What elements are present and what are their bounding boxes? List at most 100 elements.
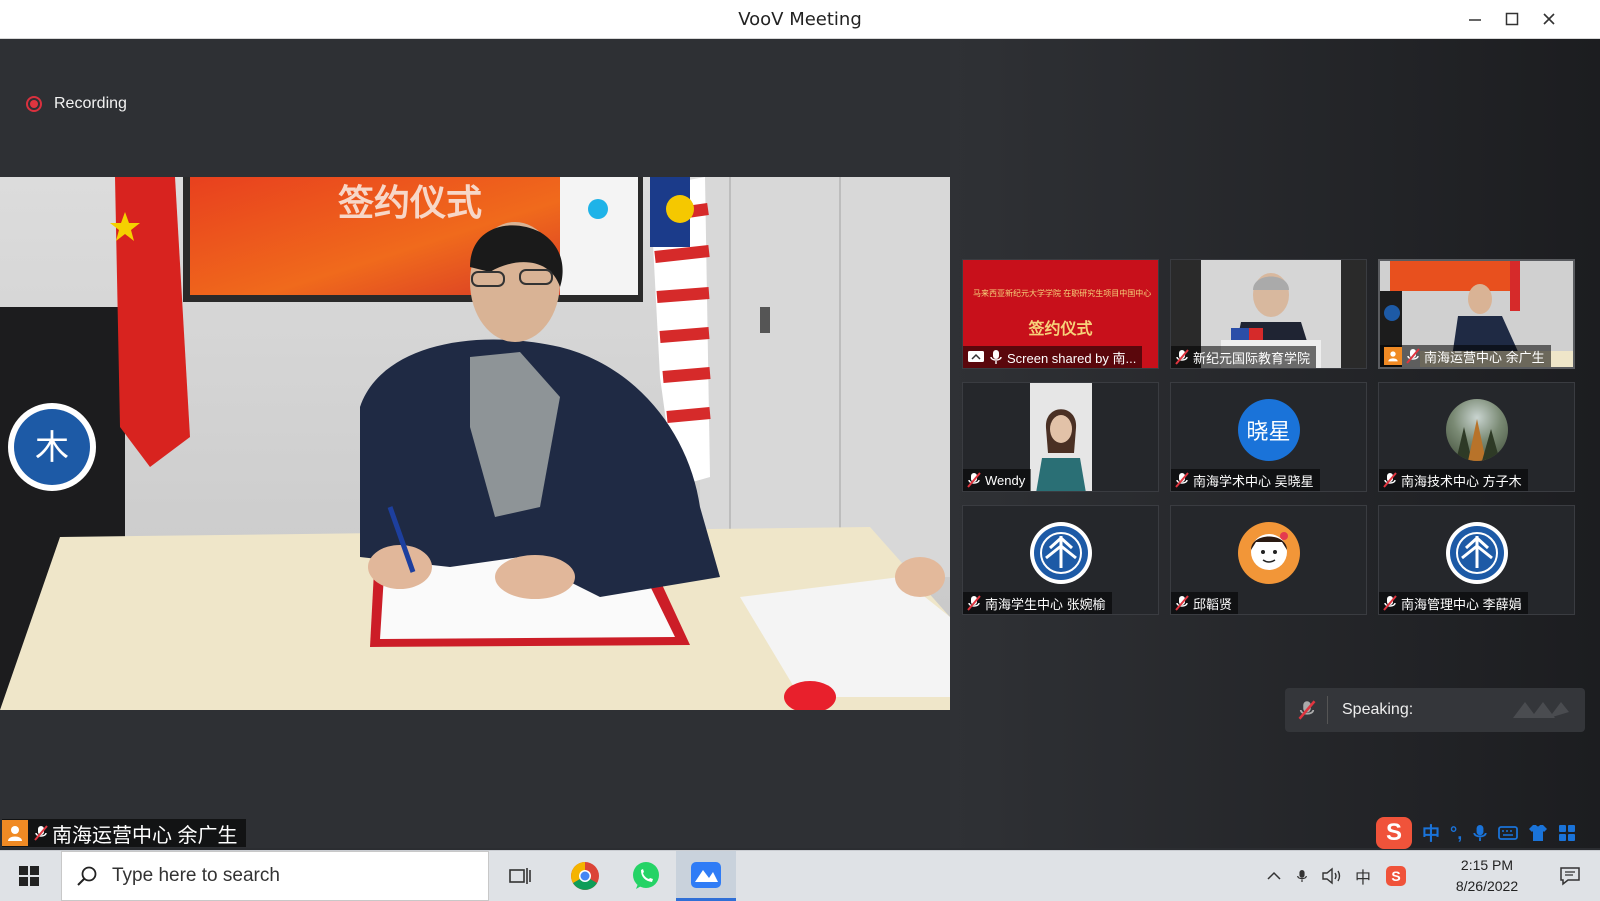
mic-muted-icon <box>1383 595 1397 611</box>
participant-label: Wendy <box>963 469 1032 491</box>
voov-meeting-button[interactable] <box>676 851 736 901</box>
participant-name: 南海运营中心 余广生 <box>1424 349 1545 365</box>
shared-screen-title: 签约仪式 <box>1028 321 1093 338</box>
start-button[interactable] <box>0 851 58 901</box>
maximize-button[interactable] <box>1497 6 1527 32</box>
participant-name: Wendy <box>985 472 1026 488</box>
participant-tile[interactable]: 南海学生中心 张婉榆 <box>962 505 1159 615</box>
window-title: VooV Meeting <box>738 9 862 30</box>
action-center-button[interactable] <box>1550 851 1590 901</box>
participant-label: 南海学术中心 吴晓星 <box>1171 469 1320 491</box>
school-logo-icon <box>1033 526 1088 580</box>
participant-name: Screen shared by 南... <box>1007 350 1137 366</box>
mic-muted-icon <box>967 595 981 611</box>
ime-mode[interactable]: 中 <box>1422 820 1440 846</box>
windows-icon <box>19 866 39 886</box>
task-view-icon <box>509 868 531 884</box>
school-logo-icon <box>1449 526 1504 580</box>
participant-label: 南海学生中心 张婉榆 <box>963 592 1112 614</box>
mic-muted-icon <box>1175 349 1189 365</box>
taskbar-search-box[interactable]: Type here to search <box>61 851 489 901</box>
participant-label: 南海技术中心 方子木 <box>1379 469 1528 491</box>
sogou-tray-icon: S <box>1386 866 1406 886</box>
title-bar: VooV Meeting <box>0 0 1600 39</box>
participant-tile[interactable]: 邱韜贤 <box>1170 505 1367 615</box>
chrome-icon <box>571 862 599 890</box>
microphone-icon <box>1297 870 1307 882</box>
voice-input-icon[interactable] <box>1472 823 1488 843</box>
participant-name: 南海管理中心 李薛娟 <box>1401 596 1522 612</box>
participant-tile[interactable]: 晓星 南海学术中心 吴晓星 <box>1170 382 1367 492</box>
voov-watermark-icon <box>1513 702 1569 718</box>
main-video[interactable]: 木 签约仪式 <box>0 177 950 710</box>
participant-name: 南海学生中心 张婉榆 <box>985 596 1106 612</box>
forest-avatar-image <box>1455 419 1500 461</box>
cartoon-avatar-image <box>1250 532 1288 570</box>
record-icon <box>26 96 42 112</box>
mic-muted-icon <box>1406 348 1420 364</box>
participant-name: 新纪元国际教育学院 <box>1193 350 1311 366</box>
whatsapp-icon <box>633 862 659 889</box>
active-speaker-name: 南海运营中心 余广生 <box>52 824 238 847</box>
recording-indicator: Recording <box>26 95 127 113</box>
shared-screen-line: 马来西亚新纪元大学学院 在职研究生项目中国中心 <box>973 289 1152 298</box>
voov-meeting-icon <box>691 861 721 888</box>
minimize-icon <box>1469 19 1481 21</box>
mic-muted-icon <box>34 825 48 841</box>
skin-icon[interactable] <box>1528 824 1548 842</box>
svg-text:木: 木 <box>35 428 69 468</box>
screen-share-icon <box>968 351 984 362</box>
microphone-tray-button[interactable] <box>1290 851 1314 901</box>
screen-title-text: 签约仪式 <box>338 183 482 224</box>
speaking-indicator: Speaking: <box>1285 688 1585 732</box>
avatar <box>1237 522 1300 584</box>
maximize-icon <box>1505 12 1519 26</box>
participant-tile-active[interactable]: 南海运营中心 余广生 <box>1378 259 1575 369</box>
person-icon <box>1384 347 1402 365</box>
participant-tile-screen-share[interactable]: 马来西亚新纪元大学学院 在职研究生项目中国中心 签约仪式 Screen shar… <box>962 259 1159 369</box>
task-view-button[interactable] <box>490 851 550 901</box>
active-speaker-tag: 南海运营中心 余广生 <box>2 819 246 847</box>
taskbar-clock[interactable]: 2:15 PM 8/26/2022 <box>1432 855 1542 897</box>
recording-label: Recording <box>54 95 127 112</box>
avatar <box>1029 522 1092 584</box>
keyboard-icon[interactable] <box>1498 825 1519 841</box>
minimize-button[interactable] <box>1460 6 1490 32</box>
participant-tile[interactable]: 南海管理中心 李薛娟 <box>1378 505 1575 615</box>
show-hidden-icons-button[interactable] <box>1262 851 1286 901</box>
avatar <box>1445 522 1508 584</box>
mic-muted-icon <box>1175 472 1189 488</box>
toolbox-icon[interactable] <box>1558 824 1576 842</box>
participant-tile[interactable]: 新纪元国际教育学院 <box>1170 259 1367 369</box>
whatsapp-button[interactable] <box>616 851 676 901</box>
video-frame: 木 签约仪式 <box>0 177 950 710</box>
avatar-text: 晓星 <box>1246 419 1291 444</box>
sogou-logo-icon[interactable]: S <box>1376 817 1412 849</box>
chrome-button[interactable] <box>555 851 615 901</box>
notification-icon <box>1560 867 1580 886</box>
participant-name: 邱韜贤 <box>1193 596 1233 612</box>
chevron-up-icon <box>1267 871 1281 880</box>
ime-punct[interactable]: °, <box>1450 823 1462 844</box>
participant-tile[interactable]: 南海技术中心 方子木 <box>1378 382 1575 492</box>
person-icon <box>2 820 28 846</box>
volume-button[interactable] <box>1318 851 1346 901</box>
participant-label: 新纪元国际教育学院 <box>1171 346 1317 368</box>
search-placeholder: Type here to search <box>112 865 280 886</box>
close-button[interactable] <box>1534 6 1564 32</box>
clock-time: 2:15 PM <box>1460 857 1514 873</box>
mic-muted-icon <box>967 472 981 488</box>
participant-name: 南海学术中心 吴晓星 <box>1193 473 1314 489</box>
mic-muted-icon <box>1383 472 1397 488</box>
participant-label: 南海管理中心 李薛娟 <box>1379 592 1528 614</box>
participant-label: Screen shared by 南... <box>963 346 1143 368</box>
ime-toolbar: S 中 °, <box>1376 816 1576 850</box>
mic-muted-icon <box>1298 700 1316 720</box>
sogou-tray-button[interactable]: S <box>1382 851 1410 901</box>
speaking-label: Speaking: <box>1342 701 1414 718</box>
participant-tile[interactable]: Wendy <box>962 382 1159 492</box>
input-indicator[interactable]: 中 <box>1350 851 1376 901</box>
participant-name: 南海技术中心 方子木 <box>1401 473 1522 489</box>
video-thumbnail <box>1030 383 1092 491</box>
avatar: 晓星 <box>1237 399 1300 461</box>
